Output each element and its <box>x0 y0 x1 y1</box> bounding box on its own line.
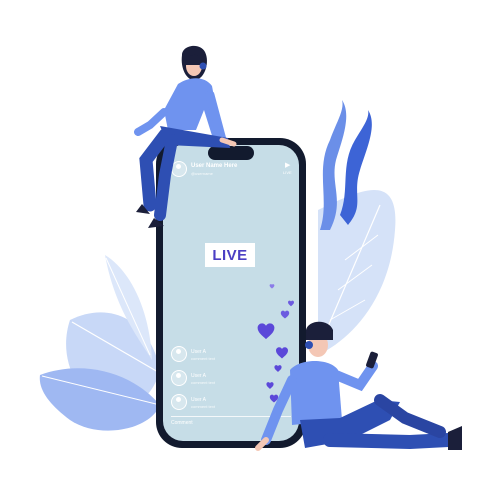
people-figures <box>134 45 462 451</box>
woman-figure <box>134 45 237 228</box>
headphones-icon <box>199 62 207 70</box>
man-figure <box>255 321 462 451</box>
live-stream-illustration: User Name Here @username ▶ LIVE LIVE Use… <box>0 0 499 499</box>
headphones-icon <box>305 341 313 349</box>
